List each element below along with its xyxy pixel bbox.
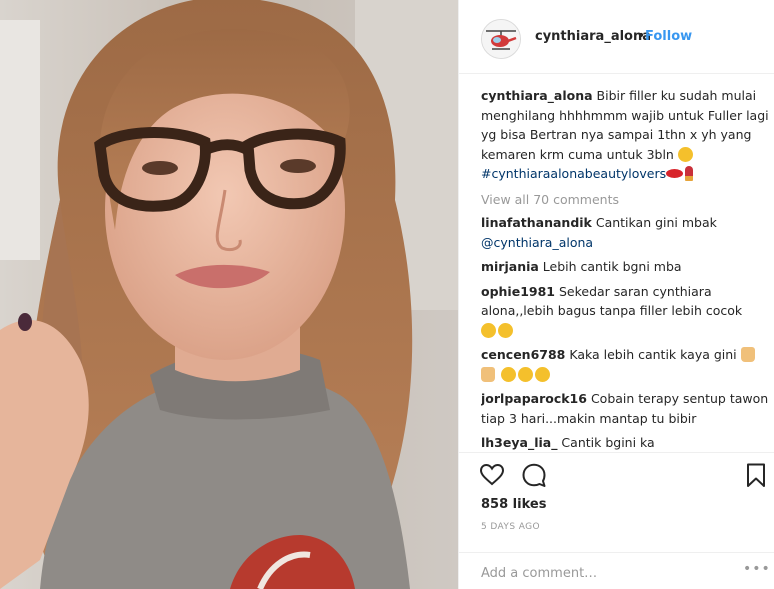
post-panel: cynthiara_alona • Follow cynthiara_alona… — [458, 0, 774, 589]
caption-username[interactable]: cynthiara_alona — [481, 88, 593, 103]
caption-hashtag[interactable]: #cynthiaraalonabeautylovers — [481, 166, 666, 181]
folded-hands-emoji-icon — [481, 366, 495, 382]
post-date: 5 DAYS AGO — [481, 522, 540, 532]
action-bar — [459, 452, 774, 494]
smiling-face-emoji-icon — [481, 322, 496, 338]
post-header: cynthiara_alona • Follow — [459, 0, 774, 74]
comment-icon[interactable] — [521, 462, 547, 488]
post-photo[interactable] — [0, 0, 458, 589]
comment-username[interactable]: jorlpaparock16 — [481, 391, 587, 406]
instagram-post: cynthiara_alona • Follow cynthiara_alona… — [0, 0, 774, 589]
lipstick-emoji-icon — [685, 166, 694, 181]
comment-item: ophie1981 Sekedar saran cynthiara alona,… — [481, 282, 771, 341]
comment-username[interactable]: cencen6788 — [481, 347, 565, 362]
comment-username[interactable]: ophie1981 — [481, 284, 555, 299]
comment-mention[interactable]: @cynthiara_alona — [481, 235, 593, 250]
kissing-face-emoji-icon — [517, 366, 533, 382]
comment-item: jorlpaparock16 Cobain terapy sentup tawo… — [481, 389, 771, 428]
kissing-face-emoji-icon — [500, 366, 516, 382]
heart-icon[interactable] — [479, 462, 505, 488]
comment-text: Cantikan gini mbak — [591, 215, 717, 230]
lips-emoji-icon — [666, 169, 684, 178]
comment-item: mirjania Lebih cantik bgni mba — [481, 257, 771, 277]
helicopter-icon — [482, 20, 520, 58]
smiling-face-emoji-icon — [498, 322, 513, 338]
more-options-icon[interactable]: ••• — [743, 561, 771, 577]
kissing-face-emoji-icon — [534, 366, 550, 382]
comment-text: Cantik bgini ka — [557, 435, 655, 450]
selfie-image — [0, 0, 458, 589]
helicopter-avatar[interactable] — [481, 19, 521, 59]
follow-button[interactable]: Follow — [645, 29, 692, 44]
folded-hands-emoji-icon — [740, 347, 755, 362]
add-comment-input[interactable] — [479, 562, 733, 584]
caption: cynthiara_alona Bibir filler ku sudah mu… — [481, 86, 771, 184]
header-username[interactable]: cynthiara_alona — [535, 29, 651, 44]
comment-item: linafathanandik Cantikan gini mbak @cynt… — [481, 213, 771, 252]
comments-list[interactable]: cynthiara_alona Bibir filler ku sudah mu… — [481, 86, 771, 452]
bookmark-icon[interactable] — [743, 462, 769, 488]
comment-text: Kaka lebih cantik kaya gini — [565, 347, 737, 362]
comment-username[interactable]: linafathanandik — [481, 215, 592, 230]
add-comment-bar: ••• — [459, 552, 774, 589]
comment-item: cencen6788 Kaka lebih cantik kaya gini — [481, 345, 771, 384]
comment-item: lh3eya_lia_ Cantik bgini ka — [481, 433, 771, 452]
likes-count[interactable]: 858 likes — [481, 497, 546, 512]
comment-username[interactable]: lh3eya_lia_ — [481, 435, 557, 450]
view-all-comments-link[interactable]: View all 70 comments — [481, 190, 771, 210]
sad-face-emoji-icon — [677, 146, 693, 162]
comment-username[interactable]: mirjania — [481, 259, 539, 274]
comment-text: Lebih cantik bgni mba — [538, 259, 682, 274]
